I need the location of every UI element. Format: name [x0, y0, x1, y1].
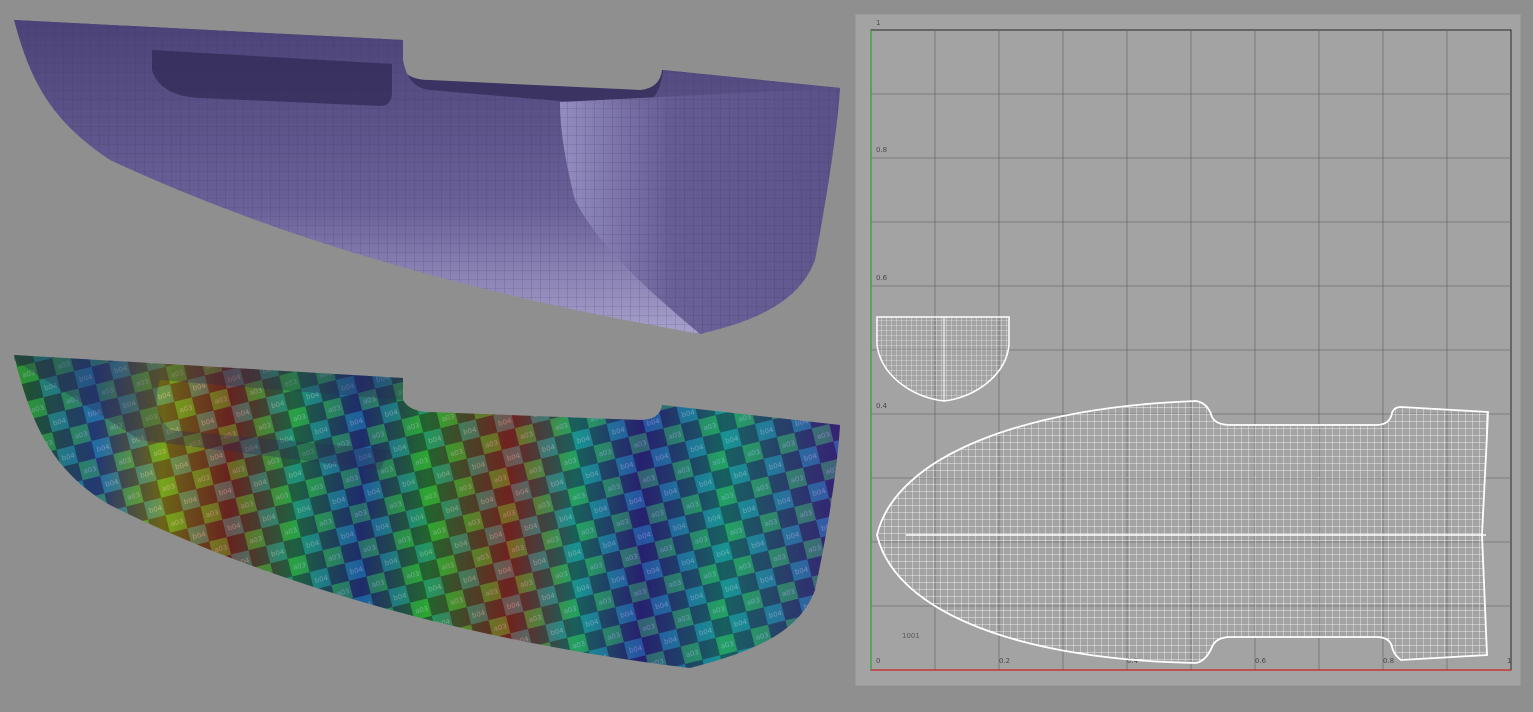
hull-checker-textured-model[interactable]: [14, 355, 840, 668]
v-tick-label: 1: [876, 19, 880, 27]
u-tick-label: 0: [876, 657, 880, 665]
v-tick-label: 0.6: [876, 274, 888, 282]
u-tick-label: 1: [1507, 657, 1511, 665]
v-tick-label: 0.8: [876, 146, 887, 154]
hull-shaded-model[interactable]: [14, 20, 840, 334]
uv-editor-panel[interactable]: 0 0.2 0.4 0.6 0.8 1 1 0.8 0.6 0.4 1001: [855, 14, 1521, 686]
v-tick-label: 0.4: [876, 402, 888, 410]
u-tick-label: 0.2: [999, 657, 1010, 665]
uv-shell-transom[interactable]: [876, 316, 1010, 402]
uv-editor-canvas[interactable]: 0 0.2 0.4 0.6 0.8 1 1 0.8 0.6 0.4 1001: [856, 15, 1522, 687]
u-tick-label: 0.6: [1255, 657, 1267, 665]
3d-viewport[interactable]: a03 b04: [0, 0, 850, 708]
u-tick-label: 0.8: [1383, 657, 1394, 665]
udim-tile-label: 1001: [902, 632, 920, 640]
uv-shell-hull[interactable]: [876, 400, 1489, 664]
viewport-canvas[interactable]: a03 b04: [0, 0, 850, 708]
